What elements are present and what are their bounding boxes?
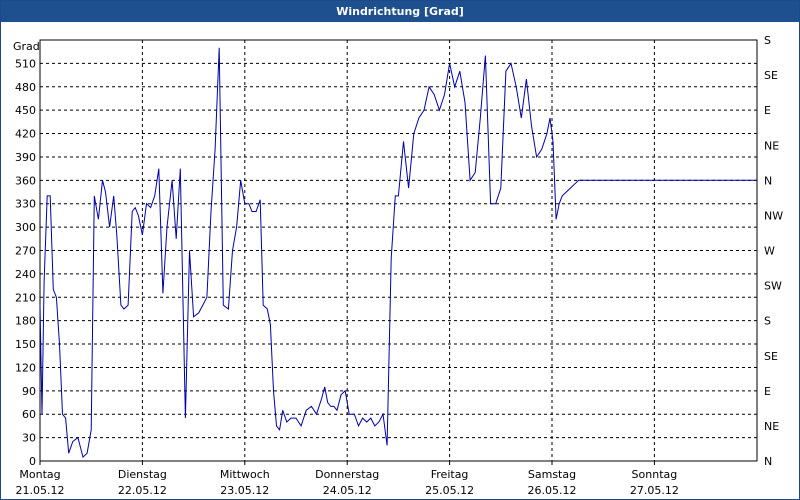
x-tick-date-label: 22.05.12 xyxy=(118,484,167,497)
y2-tick-label: N xyxy=(764,455,772,468)
x-tick-day-label: Dienstag xyxy=(118,468,167,481)
y-tick-label: 120 xyxy=(15,361,36,374)
plot-area xyxy=(39,39,758,462)
y-tick-label: 420 xyxy=(15,128,36,141)
y2-tick-label: S xyxy=(764,34,771,47)
y-tick-label: 90 xyxy=(22,385,36,398)
x-tick-day-label: Freitag xyxy=(431,468,469,481)
x-tick-day-label: Sonntag xyxy=(632,468,678,481)
y-tick-label: 150 xyxy=(15,338,36,351)
y2-tick-label: NW xyxy=(764,209,783,222)
y-axis-right: N NE E SE S SW W NW N NE E SE S xyxy=(764,34,783,468)
x-tick-date-label: 23.05.12 xyxy=(220,484,269,497)
y-tick-label: 0 xyxy=(29,455,36,468)
y-tick-label: 300 xyxy=(15,221,36,234)
wind-direction-chart: 0 30 60 90 120 150 180 210 240 270 300 330 360 390 420… xyxy=(13,34,783,497)
y-tick-label: 480 xyxy=(15,81,36,94)
x-tick-day-label: Mittwoch xyxy=(220,468,270,481)
x-tick-date-label: 25.05.12 xyxy=(425,484,474,497)
y-tick-label: 390 xyxy=(15,151,36,164)
y2-tick-label: SE xyxy=(764,69,778,82)
y2-tick-label: NE xyxy=(764,420,779,433)
y2-tick-label: NE xyxy=(764,139,779,152)
y-tick-label: 30 xyxy=(22,432,36,445)
y2-tick-label: SE xyxy=(764,350,778,363)
y-tick-label: 60 xyxy=(22,408,36,421)
y-tick-label: 240 xyxy=(15,268,36,281)
x-tick-day-label: Montag xyxy=(19,468,60,481)
y2-tick-label: S xyxy=(764,315,771,328)
y-tick-label: 210 xyxy=(15,291,36,304)
y2-tick-label: W xyxy=(764,245,775,258)
x-tick-date-label: 27.05.12 xyxy=(630,484,679,497)
y2-tick-label: E xyxy=(764,104,771,117)
x-axis: Montag 21.05.12 Dienstag 22.05.12 Mittwoch 23… xyxy=(16,461,679,497)
x-tick-day-label: Donnerstag xyxy=(315,468,379,481)
y2-tick-label: SW xyxy=(764,280,782,293)
x-tick-date-label: 21.05.12 xyxy=(16,484,65,497)
x-tick-day-label: Samstag xyxy=(528,468,576,481)
y-tick-label: 180 xyxy=(15,315,36,328)
y2-tick-label: N xyxy=(764,174,772,187)
y-axis-left: 0 30 60 90 120 150 180 210 240 270 300 330 360 390 420… xyxy=(15,57,36,468)
y-tick-label: 510 xyxy=(15,57,36,70)
y-tick-label: 270 xyxy=(15,245,36,258)
y2-tick-label: E xyxy=(764,385,771,398)
x-tick-date-label: 26.05.12 xyxy=(528,484,577,497)
x-tick-date-label: 24.05.12 xyxy=(323,484,372,497)
y-tick-label: 450 xyxy=(15,104,36,117)
y-tick-label: 360 xyxy=(15,174,36,187)
y-tick-label: 330 xyxy=(15,198,36,211)
y-axis-unit-label: Grad xyxy=(13,40,40,53)
